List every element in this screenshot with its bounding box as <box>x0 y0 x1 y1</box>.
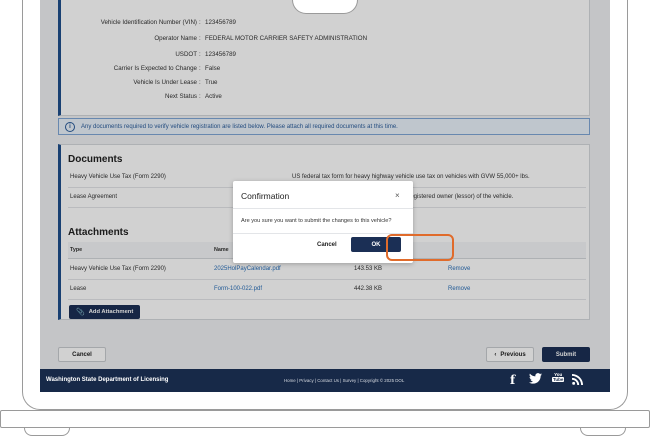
dialog-title: Confirmation <box>241 191 290 201</box>
footer-links[interactable]: Home | Privacy | Contact Us | Survey | C… <box>284 378 404 383</box>
youtube-bottom-label: Tube <box>552 377 565 382</box>
laptop-base <box>0 410 650 428</box>
facebook-icon[interactable]: f <box>510 373 515 387</box>
youtube-icon[interactable]: You Tube <box>552 372 565 382</box>
footer-brand: Washington State Department of Licensing <box>46 377 169 383</box>
twitter-icon[interactable] <box>529 373 542 387</box>
dialog-divider <box>233 233 413 234</box>
dialog-message: Are you sure you want to submit the chan… <box>241 218 392 224</box>
close-icon[interactable]: × <box>395 191 400 200</box>
rss-icon[interactable] <box>572 374 583 388</box>
laptop-camera-notch <box>292 0 358 14</box>
site-footer: Washington State Department of Licensing… <box>40 369 610 392</box>
laptop-foot-right <box>580 428 626 436</box>
laptop-foot-left <box>24 428 70 436</box>
dialog-divider <box>233 208 413 209</box>
ok-button-highlight <box>386 234 454 261</box>
dialog-cancel-button[interactable]: Cancel <box>317 242 337 248</box>
screen: Vehicle Identification Number (VIN):1234… <box>40 0 610 392</box>
